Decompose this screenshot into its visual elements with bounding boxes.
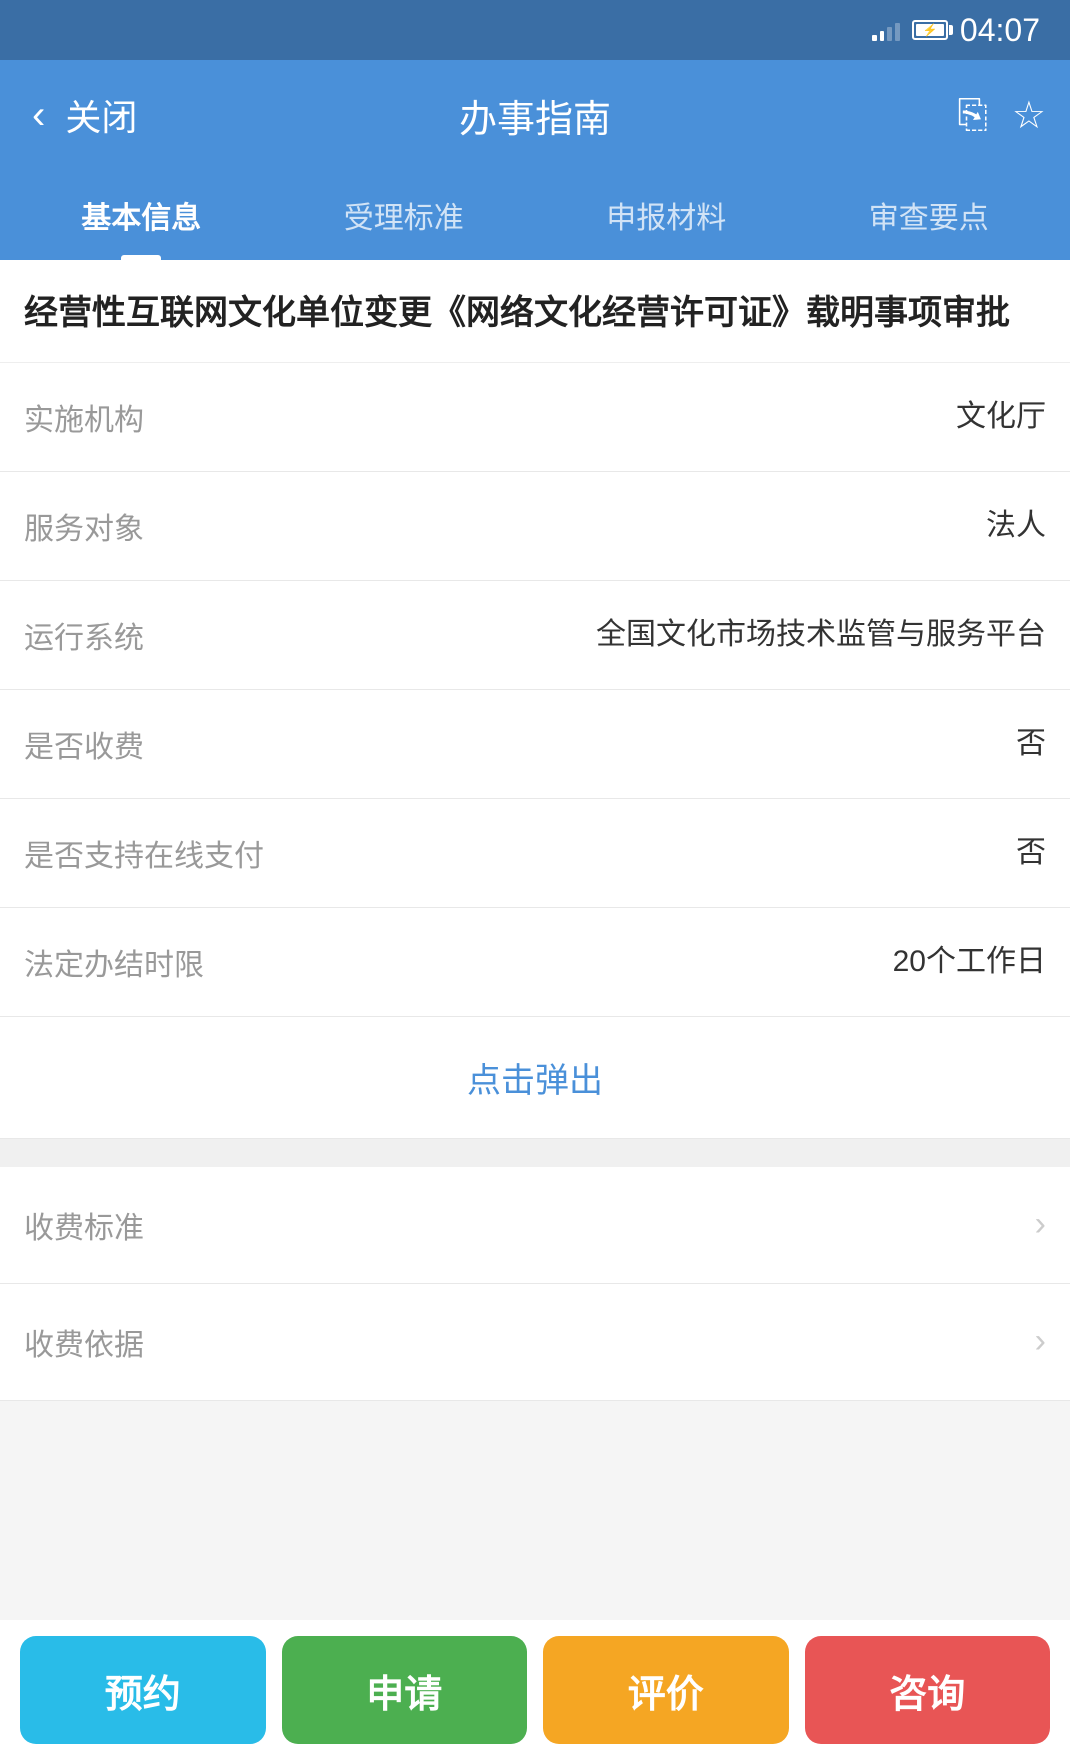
value-deadline: 20个工作日	[893, 941, 1046, 983]
zixun-button[interactable]: 咨询	[805, 1636, 1051, 1744]
list-section: 收费标准 › 收费依据 ›	[0, 1167, 1070, 1401]
navbar: ‹ 关闭 办事指南 ⎘ ☆	[0, 60, 1070, 170]
label-fee: 是否收费	[24, 722, 144, 766]
navbar-title: 办事指南	[459, 88, 611, 143]
status-bar: ⚡ 04:07	[0, 0, 1070, 60]
label-service-target: 服务对象	[24, 504, 144, 548]
label-system: 运行系统	[24, 613, 144, 657]
tab-bar: 基本信息 受理标准 申报材料 审查要点	[0, 170, 1070, 260]
label-deadline: 法定办结时限	[24, 940, 204, 984]
info-row-fee: 是否收费 否	[0, 690, 1070, 799]
signal-icon	[872, 19, 900, 41]
value-institution: 文化厅	[956, 396, 1046, 438]
info-row-online-pay: 是否支持在线支付 否	[0, 799, 1070, 908]
info-section: 实施机构 文化厅 服务对象 法人 运行系统 全国文化市场技术监管与服务平台 是否…	[0, 363, 1070, 1139]
back-button[interactable]: ‹	[24, 85, 53, 146]
tab-basic-info[interactable]: 基本信息	[10, 180, 273, 260]
bottom-actions: 预约 申请 评价 咨询	[0, 1620, 1070, 1760]
pingjia-button[interactable]: 评价	[543, 1636, 789, 1744]
status-time: 04:07	[960, 12, 1040, 49]
label-fee-basis: 收费依据	[24, 1320, 144, 1364]
info-row-institution: 实施机构 文化厅	[0, 363, 1070, 472]
close-button[interactable]: 关闭	[65, 89, 137, 141]
list-row-fee-basis[interactable]: 收费依据 ›	[0, 1284, 1070, 1401]
star-icon[interactable]: ☆	[1012, 93, 1046, 138]
tab-materials[interactable]: 申报材料	[535, 180, 798, 260]
popup-button[interactable]: 点击弹出	[467, 1053, 603, 1102]
navbar-right: ⎘ ☆	[958, 93, 1046, 138]
battery-icon: ⚡	[912, 20, 948, 40]
list-row-fee-standard[interactable]: 收费标准 ›	[0, 1167, 1070, 1284]
label-online-pay: 是否支持在线支付	[24, 831, 264, 875]
value-fee: 否	[1016, 723, 1046, 765]
tab-standard[interactable]: 受理标准	[273, 180, 536, 260]
value-online-pay: 否	[1016, 832, 1046, 874]
share-icon[interactable]: ⎘	[958, 94, 988, 137]
section-divider	[0, 1139, 1070, 1167]
status-icons: ⚡ 04:07	[872, 12, 1040, 49]
info-row-deadline: 法定办结时限 20个工作日	[0, 908, 1070, 1017]
page-title: 经营性互联网文化单位变更《网络文化经营许可证》载明事项审批	[0, 260, 1070, 363]
chevron-right-icon-fee-basis: ›	[1035, 1322, 1046, 1361]
chevron-right-icon-fee-standard: ›	[1035, 1205, 1046, 1244]
info-row-service-target: 服务对象 法人	[0, 472, 1070, 581]
label-fee-standard: 收费标准	[24, 1203, 144, 1247]
navbar-left: ‹ 关闭	[24, 85, 137, 146]
shenqing-button[interactable]: 申请	[282, 1636, 528, 1744]
yuyue-button[interactable]: 预约	[20, 1636, 266, 1744]
label-institution: 实施机构	[24, 395, 144, 439]
info-row-system: 运行系统 全国文化市场技术监管与服务平台	[0, 581, 1070, 690]
value-system: 全国文化市场技术监管与服务平台	[596, 614, 1046, 656]
tab-review[interactable]: 审查要点	[798, 180, 1061, 260]
popup-button-row: 点击弹出	[0, 1017, 1070, 1139]
value-service-target: 法人	[986, 505, 1046, 547]
